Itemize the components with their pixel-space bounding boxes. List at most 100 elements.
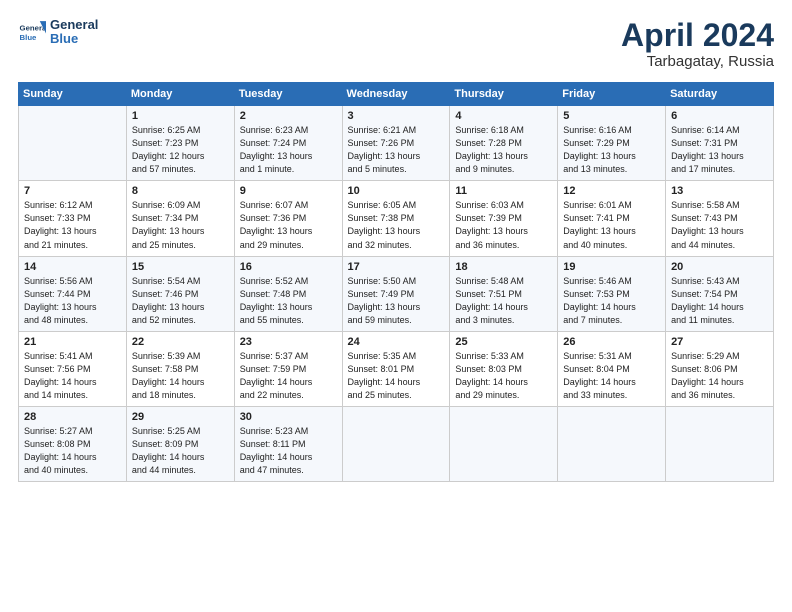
day-number: 11 bbox=[455, 185, 552, 197]
calendar-cell: 20 Sunrise: 5:43 AM Sunset: 7:54 PM Dayli… bbox=[666, 256, 774, 331]
day-number: 10 bbox=[348, 185, 445, 197]
day-number: 14 bbox=[24, 261, 121, 273]
col-header-tuesday: Tuesday bbox=[234, 83, 342, 106]
calendar-cell: 1Sunrise: 6:25 AM Sunset: 7:23 PM Daylig… bbox=[126, 106, 234, 181]
header-row: SundayMondayTuesdayWednesdayThursdayFrid… bbox=[19, 83, 774, 106]
calendar-cell: 8 Sunrise: 6:09 AM Sunset: 7:34 PM Daylig… bbox=[126, 181, 234, 256]
day-info: Sunrise: 6:03 AM Sunset: 7:39 PM Dayligh… bbox=[455, 199, 552, 251]
day-info: Sunrise: 6:18 AM Sunset: 7:28 PM Dayligh… bbox=[455, 124, 552, 176]
col-header-friday: Friday bbox=[558, 83, 666, 106]
col-header-monday: Monday bbox=[126, 83, 234, 106]
calendar-cell: 28 Sunrise: 5:27 AM Sunset: 8:08 PM Dayli… bbox=[19, 406, 127, 481]
calendar-cell bbox=[666, 406, 774, 481]
calendar-cell: 26 Sunrise: 5:31 AM Sunset: 8:04 PM Dayli… bbox=[558, 331, 666, 406]
calendar-cell: 3Sunrise: 6:21 AM Sunset: 7:26 PM Daylig… bbox=[342, 106, 450, 181]
logo-text: General Blue bbox=[50, 18, 98, 47]
calendar-cell bbox=[450, 406, 558, 481]
calendar-cell bbox=[342, 406, 450, 481]
col-header-thursday: Thursday bbox=[450, 83, 558, 106]
calendar-cell bbox=[19, 106, 127, 181]
day-number: 23 bbox=[240, 336, 337, 348]
day-number: 7 bbox=[24, 185, 121, 197]
calendar-cell: 23 Sunrise: 5:37 AM Sunset: 7:59 PM Dayli… bbox=[234, 331, 342, 406]
day-number: 4 bbox=[455, 110, 552, 122]
day-info: Sunrise: 5:31 AM Sunset: 8:04 PM Dayligh… bbox=[563, 350, 660, 402]
calendar-cell: 29 Sunrise: 5:25 AM Sunset: 8:09 PM Dayli… bbox=[126, 406, 234, 481]
day-info: Sunrise: 5:23 AM Sunset: 8:11 PM Dayligh… bbox=[240, 425, 337, 477]
calendar-cell: 19Sunrise: 5:46 AM Sunset: 7:53 PM Dayli… bbox=[558, 256, 666, 331]
day-number: 6 bbox=[671, 110, 768, 122]
day-number: 1 bbox=[132, 110, 229, 122]
title-block: April 2024 Tarbagatay, Russia bbox=[621, 18, 774, 70]
day-number: 22 bbox=[132, 336, 229, 348]
calendar-cell: 11 Sunrise: 6:03 AM Sunset: 7:39 PM Dayli… bbox=[450, 181, 558, 256]
calendar-cell: 4 Sunrise: 6:18 AM Sunset: 7:28 PM Daylig… bbox=[450, 106, 558, 181]
day-info: Sunrise: 5:43 AM Sunset: 7:54 PM Dayligh… bbox=[671, 275, 768, 327]
day-info: Sunrise: 5:37 AM Sunset: 7:59 PM Dayligh… bbox=[240, 350, 337, 402]
day-number: 28 bbox=[24, 411, 121, 423]
day-info: Sunrise: 5:54 AM Sunset: 7:46 PM Dayligh… bbox=[132, 275, 229, 327]
day-number: 20 bbox=[671, 261, 768, 273]
day-info: Sunrise: 5:25 AM Sunset: 8:09 PM Dayligh… bbox=[132, 425, 229, 477]
calendar-cell bbox=[558, 406, 666, 481]
week-row-5: 28 Sunrise: 5:27 AM Sunset: 8:08 PM Dayli… bbox=[19, 406, 774, 481]
calendar-cell: 15 Sunrise: 5:54 AM Sunset: 7:46 PM Dayli… bbox=[126, 256, 234, 331]
day-number: 9 bbox=[240, 185, 337, 197]
calendar-cell: 9 Sunrise: 6:07 AM Sunset: 7:36 PM Daylig… bbox=[234, 181, 342, 256]
location: Tarbagatay, Russia bbox=[621, 53, 774, 70]
week-row-3: 14 Sunrise: 5:56 AM Sunset: 7:44 PM Dayli… bbox=[19, 256, 774, 331]
week-row-4: 21 Sunrise: 5:41 AM Sunset: 7:56 PM Dayli… bbox=[19, 331, 774, 406]
col-header-saturday: Saturday bbox=[666, 83, 774, 106]
day-info: Sunrise: 6:01 AM Sunset: 7:41 PM Dayligh… bbox=[563, 199, 660, 251]
day-number: 17 bbox=[348, 261, 445, 273]
day-number: 29 bbox=[132, 411, 229, 423]
calendar-cell: 30 Sunrise: 5:23 AM Sunset: 8:11 PM Dayli… bbox=[234, 406, 342, 481]
day-number: 15 bbox=[132, 261, 229, 273]
day-number: 13 bbox=[671, 185, 768, 197]
day-info: Sunrise: 5:39 AM Sunset: 7:58 PM Dayligh… bbox=[132, 350, 229, 402]
day-info: Sunrise: 5:27 AM Sunset: 8:08 PM Dayligh… bbox=[24, 425, 121, 477]
day-info: Sunrise: 5:48 AM Sunset: 7:51 PM Dayligh… bbox=[455, 275, 552, 327]
month-title: April 2024 bbox=[621, 18, 774, 53]
header: General Blue General Blue April 2024 Tar… bbox=[18, 18, 774, 70]
logo: General Blue General Blue bbox=[18, 18, 98, 47]
calendar-cell: 17 Sunrise: 5:50 AM Sunset: 7:49 PM Dayli… bbox=[342, 256, 450, 331]
day-number: 30 bbox=[240, 411, 337, 423]
calendar-cell: 18 Sunrise: 5:48 AM Sunset: 7:51 PM Dayli… bbox=[450, 256, 558, 331]
day-number: 5 bbox=[563, 110, 660, 122]
day-number: 27 bbox=[671, 336, 768, 348]
calendar-cell: 5 Sunrise: 6:16 AM Sunset: 7:29 PM Daylig… bbox=[558, 106, 666, 181]
day-info: Sunrise: 6:07 AM Sunset: 7:36 PM Dayligh… bbox=[240, 199, 337, 251]
day-info: Sunrise: 5:52 AM Sunset: 7:48 PM Dayligh… bbox=[240, 275, 337, 327]
day-info: Sunrise: 5:41 AM Sunset: 7:56 PM Dayligh… bbox=[24, 350, 121, 402]
day-info: Sunrise: 6:12 AM Sunset: 7:33 PM Dayligh… bbox=[24, 199, 121, 251]
calendar-cell: 24Sunrise: 5:35 AM Sunset: 8:01 PM Dayli… bbox=[342, 331, 450, 406]
week-row-1: 1Sunrise: 6:25 AM Sunset: 7:23 PM Daylig… bbox=[19, 106, 774, 181]
day-number: 8 bbox=[132, 185, 229, 197]
day-info: Sunrise: 5:33 AM Sunset: 8:03 PM Dayligh… bbox=[455, 350, 552, 402]
day-info: Sunrise: 6:14 AM Sunset: 7:31 PM Dayligh… bbox=[671, 124, 768, 176]
day-number: 21 bbox=[24, 336, 121, 348]
day-info: Sunrise: 6:16 AM Sunset: 7:29 PM Dayligh… bbox=[563, 124, 660, 176]
calendar-cell: 14 Sunrise: 5:56 AM Sunset: 7:44 PM Dayli… bbox=[19, 256, 127, 331]
day-info: Sunrise: 5:29 AM Sunset: 8:06 PM Dayligh… bbox=[671, 350, 768, 402]
calendar-cell: 25 Sunrise: 5:33 AM Sunset: 8:03 PM Dayli… bbox=[450, 331, 558, 406]
day-number: 2 bbox=[240, 110, 337, 122]
day-number: 18 bbox=[455, 261, 552, 273]
day-info: Sunrise: 6:09 AM Sunset: 7:34 PM Dayligh… bbox=[132, 199, 229, 251]
calendar-cell: 6 Sunrise: 6:14 AM Sunset: 7:31 PM Daylig… bbox=[666, 106, 774, 181]
day-number: 25 bbox=[455, 336, 552, 348]
day-number: 24 bbox=[348, 336, 445, 348]
day-number: 16 bbox=[240, 261, 337, 273]
col-header-sunday: Sunday bbox=[19, 83, 127, 106]
col-header-wednesday: Wednesday bbox=[342, 83, 450, 106]
calendar-cell: 21 Sunrise: 5:41 AM Sunset: 7:56 PM Dayli… bbox=[19, 331, 127, 406]
day-number: 26 bbox=[563, 336, 660, 348]
svg-text:Blue: Blue bbox=[20, 33, 38, 42]
calendar-cell: 12Sunrise: 6:01 AM Sunset: 7:41 PM Dayli… bbox=[558, 181, 666, 256]
day-number: 19 bbox=[563, 261, 660, 273]
day-info: Sunrise: 6:23 AM Sunset: 7:24 PM Dayligh… bbox=[240, 124, 337, 176]
calendar-cell: 22 Sunrise: 5:39 AM Sunset: 7:58 PM Dayli… bbox=[126, 331, 234, 406]
day-info: Sunrise: 5:56 AM Sunset: 7:44 PM Dayligh… bbox=[24, 275, 121, 327]
day-info: Sunrise: 5:50 AM Sunset: 7:49 PM Dayligh… bbox=[348, 275, 445, 327]
